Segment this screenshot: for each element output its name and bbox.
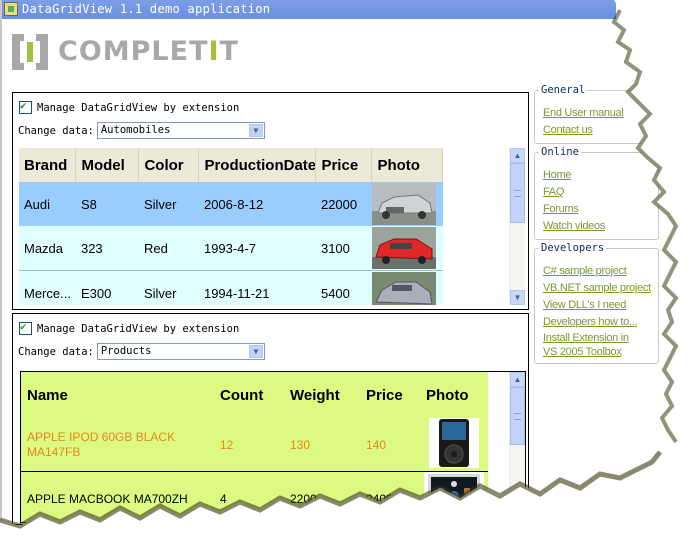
cell-color[interactable]: Silver [138, 270, 199, 305]
column-header-count[interactable]: Count [214, 372, 284, 418]
products-panel: Manage DataGridView by extension Change … [12, 313, 529, 525]
link-developers-how-to[interactable]: Developers how to... [543, 314, 658, 331]
cell-brand[interactable]: Audi [19, 182, 76, 226]
link-view-dlls[interactable]: View DLL's I need [543, 297, 658, 314]
link-install-extension[interactable]: Install Extension in VS 2005 Toolbox [543, 331, 643, 359]
link-end-user-manual[interactable]: End User manual [543, 105, 658, 122]
link-contact-us[interactable]: Contact us [543, 122, 658, 139]
manage-extension-label: Manage DataGridView by extension [37, 322, 240, 335]
silver-car-photo [371, 183, 436, 225]
link-watch-videos[interactable]: Watch videos [543, 218, 658, 235]
chevron-down-icon[interactable]: ▼ [248, 345, 263, 358]
cell-count[interactable]: 12 [214, 418, 284, 472]
group-title: Developers [539, 242, 607, 254]
table-row[interactable]: APPLE MACBOOK MA700ZH 4 2200 2400 [21, 471, 488, 522]
cell-price[interactable]: 22000 [315, 182, 372, 226]
online-group: Online Home FAQ Forums Watch videos [534, 146, 659, 240]
cell-weight[interactable]: 130 [284, 418, 360, 472]
table-row[interactable]: Mazda 323 Red 1993-4-7 3100 [19, 226, 443, 271]
group-title: Online [539, 146, 581, 158]
table-row[interactable]: Audi S8 Silver 2006-8-12 22000 [19, 182, 443, 226]
macbook-photo [424, 472, 484, 522]
cell-weight[interactable]: 2200 [284, 471, 360, 522]
cell-color[interactable]: Silver [138, 182, 199, 226]
cell-production-date[interactable]: 2006-8-12 [198, 182, 316, 226]
change-data-label: Change data: [18, 124, 94, 137]
scroll-up-icon[interactable]: ▲ [510, 372, 525, 387]
cell-photo[interactable] [371, 182, 443, 226]
cell-color[interactable]: Red [138, 226, 199, 271]
link-csharp-sample[interactable]: C# sample project [543, 263, 658, 280]
automobiles-panel: Manage DataGridView by extension Change … [12, 92, 529, 310]
app-window: DataGridView 1.1 demo application COMPLE… [0, 0, 659, 530]
developers-group: Developers C# sample project VB.NET samp… [534, 242, 659, 364]
scroll-up-icon[interactable]: ▲ [510, 148, 525, 163]
cell-photo[interactable] [420, 418, 488, 472]
cell-model[interactable]: 323 [75, 226, 139, 271]
silver-sedan-photo [371, 272, 436, 305]
general-group: General End User manual Contact us [534, 84, 659, 144]
automobiles-scrollbar[interactable]: ▲ ▼ [509, 148, 525, 305]
scroll-thumb[interactable] [510, 163, 525, 223]
cell-price[interactable]: 5400 [315, 270, 372, 305]
cell-name[interactable]: APPLE IPOD 60GB BLACK MA147FB [21, 418, 214, 472]
cell-photo[interactable] [420, 471, 488, 522]
cell-name[interactable]: APPLE MACBOOK MA700ZH [21, 471, 214, 522]
ipod-photo [429, 418, 479, 468]
manage-extension-label: Manage DataGridView by extension [37, 101, 240, 114]
cell-brand[interactable]: Merce... [19, 270, 76, 305]
cell-production-date[interactable]: 1994-11-21 [198, 270, 316, 305]
column-header-photo[interactable]: Photo [371, 148, 444, 182]
cell-model[interactable]: S8 [75, 182, 139, 226]
column-header-color[interactable]: Color [138, 148, 200, 182]
red-car-photo [371, 227, 436, 269]
column-header-brand[interactable]: Brand [19, 148, 77, 182]
link-faq[interactable]: FAQ [543, 184, 658, 201]
table-row[interactable]: APPLE IPOD 60GB BLACK MA147FB 12 130 140 [21, 418, 488, 472]
cell-photo[interactable] [371, 226, 443, 271]
window-title: DataGridView 1.1 demo application [22, 2, 271, 16]
products-scrollbar[interactable]: ▲ [509, 372, 525, 522]
link-home[interactable]: Home [543, 167, 658, 184]
column-header-photo[interactable]: Photo [420, 372, 488, 418]
change-data-select[interactable]: Products ▼ [96, 343, 265, 360]
logo-bracket-icon [12, 34, 48, 70]
column-header-price[interactable]: Price [315, 148, 373, 182]
column-header-name[interactable]: Name [21, 372, 214, 418]
column-header-price[interactable]: Price [360, 372, 420, 418]
change-data-select[interactable]: Automobiles ▼ [96, 122, 265, 139]
app-icon [4, 2, 18, 16]
column-header-model[interactable]: Model [75, 148, 140, 182]
cell-price[interactable]: 2400 [360, 471, 420, 522]
scroll-thumb[interactable] [510, 387, 525, 445]
manage-extension-checkbox[interactable] [19, 320, 32, 335]
link-vbnet-sample[interactable]: VB.NET sample project [543, 280, 658, 297]
column-header-production-date[interactable]: ProductionDate [198, 148, 317, 182]
chevron-down-icon[interactable]: ▼ [248, 124, 263, 137]
automobiles-grid: Brand Model Color ProductionDate Price P… [19, 148, 509, 305]
cell-brand[interactable]: Mazda [19, 226, 76, 271]
column-header-weight[interactable]: Weight [284, 372, 360, 418]
table-row[interactable]: Merce... E300 Silver 1994-11-21 5400 [19, 270, 443, 305]
logo-text: COMPLETIT [58, 36, 239, 67]
link-forums[interactable]: Forums [543, 201, 658, 218]
change-data-value: Products [100, 345, 152, 357]
scroll-down-icon[interactable]: ▼ [510, 290, 525, 305]
cell-count[interactable]: 4 [214, 471, 284, 522]
manage-extension-checkbox[interactable] [19, 99, 32, 114]
group-title: General [539, 84, 588, 96]
cell-production-date[interactable]: 1993-4-7 [198, 226, 316, 271]
change-data-label: Change data: [18, 345, 94, 358]
title-bar: DataGridView 1.1 demo application [2, 0, 616, 19]
cell-price[interactable]: 3100 [315, 226, 372, 271]
cell-photo[interactable] [371, 270, 443, 305]
cell-price[interactable]: 140 [360, 418, 420, 472]
sidebar: General End User manual Contact us Onlin… [534, 84, 659, 372]
change-data-value: Automobiles [100, 124, 171, 136]
products-grid: Name Count Weight Price Photo APPLE IPOD… [20, 371, 526, 523]
cell-model[interactable]: E300 [75, 270, 139, 305]
